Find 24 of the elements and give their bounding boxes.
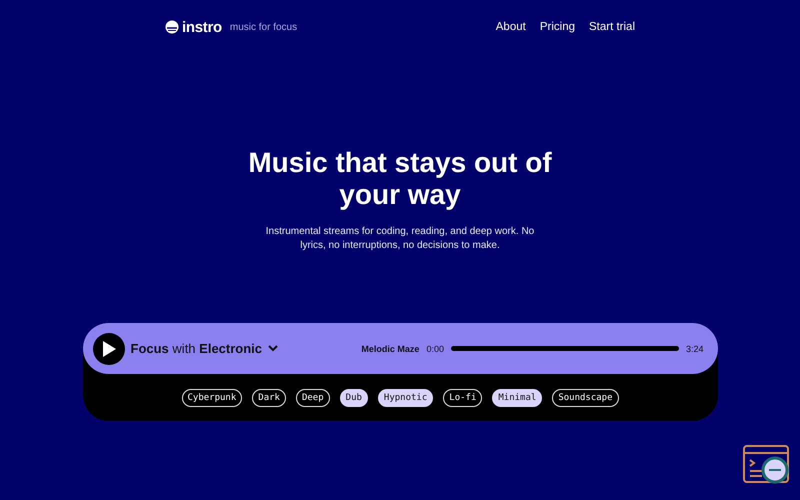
genre-tag[interactable]: Soundscape <box>552 389 618 407</box>
hero-subtitle: Instrumental streams for coding, reading, and deep work. No lyrics, no interruptions, no decisions to make. <box>264 225 536 253</box>
elapsed-time: 0:00 <box>426 344 444 354</box>
play-icon <box>102 340 116 356</box>
chevron-down-icon <box>268 345 278 352</box>
nav-link[interactable]: Pricing <box>540 21 575 33</box>
genre-tag[interactable]: Cyberpunk <box>182 389 242 407</box>
logo-icon <box>165 20 179 34</box>
genre-tag[interactable]: Hypnotic <box>378 389 434 407</box>
genre-tag[interactable]: Lo-fi <box>443 389 482 407</box>
genre-tag[interactable]: Deep <box>296 389 330 407</box>
browser-search-icon[interactable] <box>742 444 790 486</box>
logo-text[interactable]: instro <box>182 18 222 36</box>
mode-selector[interactable]: Focus with Electronic <box>130 341 278 356</box>
hero-title: Music that stays out of your way <box>247 147 553 211</box>
duration: 3:24 <box>686 344 704 354</box>
genre-tag[interactable]: Dark <box>252 389 286 407</box>
genre-tag[interactable]: Minimal <box>492 389 542 407</box>
nav-link[interactable]: Start trial <box>588 21 635 33</box>
genre-tag[interactable]: Dub <box>340 389 368 407</box>
tagline: music for focus <box>230 22 298 32</box>
play-button[interactable] <box>92 332 124 364</box>
track-title: Melodic Maze <box>361 344 420 354</box>
nav-link[interactable]: About <box>496 21 526 33</box>
